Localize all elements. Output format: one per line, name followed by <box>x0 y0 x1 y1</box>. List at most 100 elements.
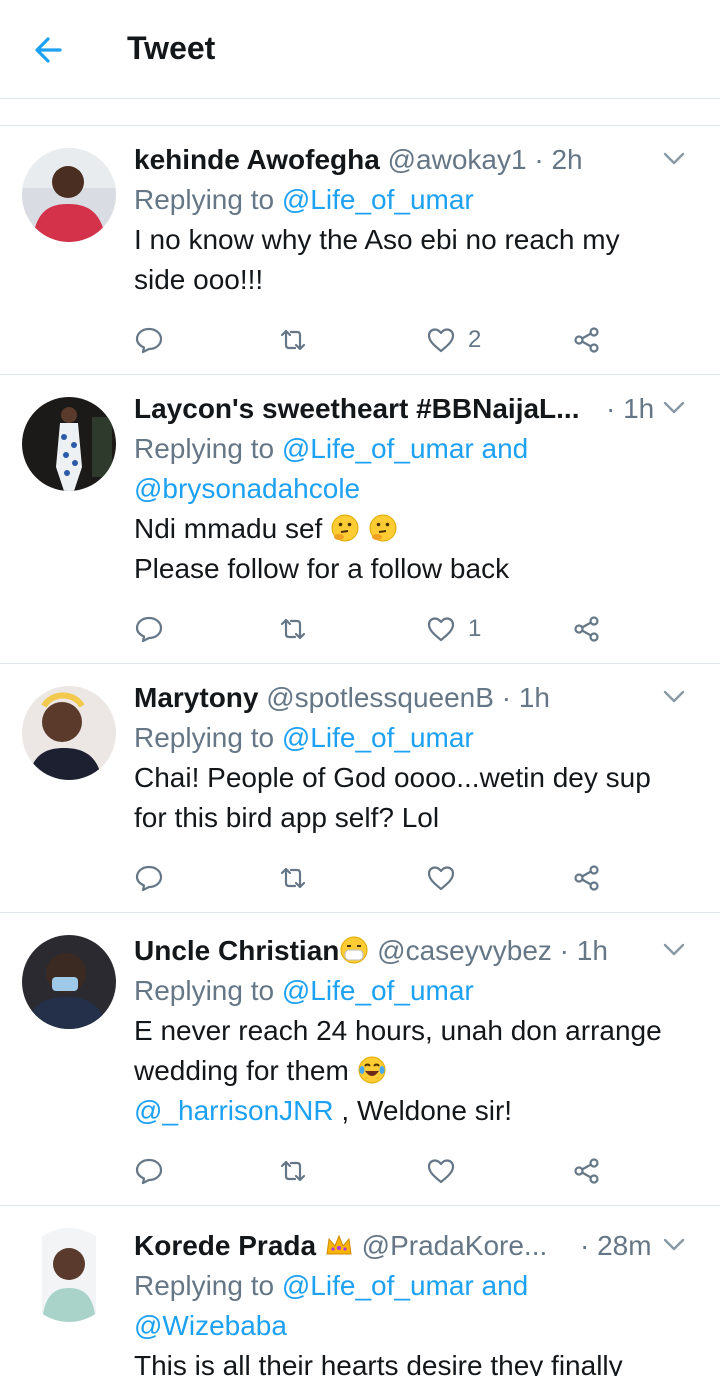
tweet-line: Chai! People of God oooo...wetin dey sup <box>134 762 651 793</box>
chevron-down-icon[interactable] <box>656 678 692 714</box>
tweet-header: Marytony @spotlessqueenB · 1h <box>134 678 690 718</box>
page-title: Tweet <box>127 30 216 66</box>
display-name[interactable]: Uncle Christian <box>134 935 339 966</box>
like-button[interactable] <box>426 1151 456 1191</box>
tweet-actions <box>134 858 614 898</box>
user-photo <box>22 1228 116 1322</box>
like-button[interactable]: 2 <box>426 320 481 360</box>
tweet-line: E never reach 24 hours, unah don arrange <box>134 1015 662 1046</box>
reply-tweet[interactable]: Laycon's sweetheart #BBNaijaL... · 1h Re… <box>0 375 720 664</box>
avatar[interactable] <box>22 397 116 491</box>
share-icon <box>574 865 599 891</box>
separator: · <box>559 935 569 966</box>
like-button[interactable]: 1 <box>426 609 481 649</box>
arrow-left-icon <box>35 37 62 63</box>
avatar[interactable] <box>22 1228 116 1322</box>
tweet-text: E never reach 24 hours, unah don arrange… <box>134 1011 690 1131</box>
retweet-icon <box>280 867 306 889</box>
separator: · <box>606 393 616 424</box>
retweet-button[interactable] <box>278 1151 308 1191</box>
tweet-line: , Weldone sir! <box>333 1095 513 1126</box>
display-name[interactable]: kehinde Awofegha <box>134 144 380 175</box>
heart-icon <box>427 617 455 642</box>
tweet-text: Ndi mmadu sef Please follow for a follow… <box>134 509 690 589</box>
mention-link[interactable]: @Life_of_umar <box>282 722 474 753</box>
mention-link[interactable]: @Life_of_umar <box>282 433 474 464</box>
reply-button[interactable] <box>134 858 164 898</box>
back-button[interactable] <box>28 28 72 72</box>
replying-prefix: Replying to <box>134 184 275 215</box>
mention-link[interactable]: @Life_of_umar <box>282 975 474 1006</box>
like-count: 1 <box>468 615 482 642</box>
retweet-button[interactable] <box>278 609 308 649</box>
timestamp: 1h <box>623 393 655 424</box>
tweet-header: Korede Prada @PradaKore... · 28m <box>134 1226 690 1266</box>
user-handle[interactable]: @spotlessqueenB <box>266 682 494 713</box>
mention-link[interactable]: @Life_of_umar <box>282 184 474 215</box>
reply-tweet[interactable]: Uncle Christian @caseyvybez · 1h Replyin… <box>0 913 720 1206</box>
share-button[interactable] <box>572 1151 602 1191</box>
replying-prefix: Replying to <box>134 975 275 1006</box>
chevron-down-icon[interactable] <box>656 389 692 425</box>
tweet-line: for this bird app self? Lol <box>134 802 440 833</box>
replying-to: Replying to @Life_of_umar <box>134 971 690 1011</box>
avatar[interactable] <box>22 935 116 1029</box>
reply-tweet[interactable]: Marytony @spotlessqueenB · 1h Replying t… <box>0 664 720 913</box>
display-name[interactable]: Korede Prada <box>134 1230 316 1261</box>
tweet-line: Ndi mmadu sef <box>134 513 323 544</box>
and-others-link[interactable]: and <box>482 433 529 464</box>
reply-button[interactable] <box>134 609 164 649</box>
user-handle[interactable]: @PradaKore... <box>362 1230 548 1261</box>
share-button[interactable] <box>572 320 602 360</box>
user-handle[interactable]: @caseyvybez <box>377 935 552 966</box>
mention-link[interactable]: @_harrisonJNR <box>134 1095 334 1126</box>
top-bar: Tweet <box>0 0 720 99</box>
separator: · <box>580 1230 590 1261</box>
retweet-icon <box>280 329 306 351</box>
reply-tweet[interactable]: kehinde Awofegha @awokay1 · 2h Replying … <box>0 126 720 375</box>
replying-prefix: Replying to <box>134 1270 275 1301</box>
retweet-button[interactable] <box>278 320 308 360</box>
like-button[interactable] <box>426 858 456 898</box>
share-icon <box>574 1158 599 1184</box>
chevron-down-icon[interactable] <box>656 1226 692 1262</box>
retweet-button[interactable] <box>278 858 308 898</box>
mention-link[interactable]: @Life_of_umar <box>282 1270 474 1301</box>
display-name[interactable]: Laycon's sweetheart #BBNaijaL... <box>134 393 579 424</box>
share-button[interactable] <box>572 609 602 649</box>
and-others-link[interactable]: and <box>482 1270 529 1301</box>
heart-icon <box>427 1159 455 1184</box>
comment-icon <box>135 1158 163 1185</box>
tweet-line: side ooo!!! <box>134 264 264 295</box>
user-handle[interactable]: @awokay1 <box>388 144 527 175</box>
tweet-header: Laycon's sweetheart #BBNaijaL... · 1h <box>134 389 690 429</box>
user-photo <box>22 397 116 491</box>
mention-link[interactable]: @brysonadahcole <box>134 469 690 509</box>
avatar[interactable] <box>22 686 116 780</box>
mask-face-emoji-icon <box>340 936 368 964</box>
tweet-line: wedding for them <box>134 1055 349 1086</box>
chevron-down-icon[interactable] <box>656 140 692 176</box>
mention-link[interactable]: @Wizebaba <box>134 1306 690 1346</box>
chevron-down-icon[interactable] <box>656 931 692 967</box>
tweet-text: This is all their hearts desire they fin… <box>134 1346 690 1376</box>
crown-emoji-icon <box>326 1234 352 1255</box>
reply-button[interactable] <box>134 320 164 360</box>
retweet-icon <box>280 618 306 640</box>
reply-button[interactable] <box>134 1151 164 1191</box>
separator: · <box>501 682 512 713</box>
display-name[interactable]: Marytony <box>134 682 258 713</box>
thinking-face-emoji-icon <box>331 514 359 542</box>
replying-to: Replying to @Life_of_umar and @brysonada… <box>134 429 690 509</box>
share-button[interactable] <box>572 858 602 898</box>
comment-icon <box>135 327 163 354</box>
tears-of-joy-emoji-icon <box>358 1056 386 1084</box>
tweet-text: Chai! People of God oooo...wetin dey sup… <box>134 758 690 838</box>
reply-tweet[interactable]: Korede Prada @PradaKore... · 28m Replyin… <box>0 1206 720 1376</box>
replying-to: Replying to @Life_of_umar <box>134 180 690 220</box>
timestamp: 1h <box>518 682 550 713</box>
timestamp: 1h <box>576 935 608 966</box>
tweet-actions: 1 <box>134 609 614 649</box>
timestamp: 2h <box>551 144 583 175</box>
avatar[interactable] <box>22 148 116 242</box>
